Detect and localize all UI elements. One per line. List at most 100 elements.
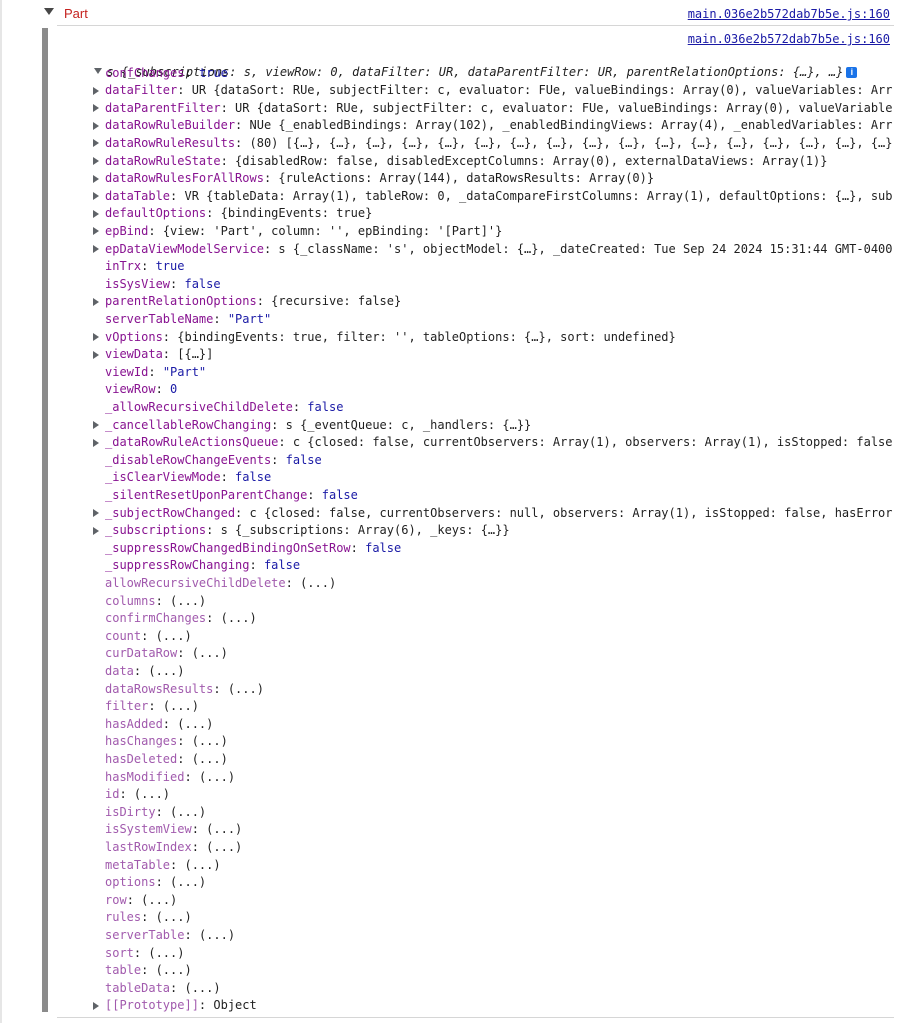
property-value: (80) [{…}, {…}, {…}, {…}, {…}, {…}, {…},… [249, 135, 893, 150]
expand-caret-icon[interactable] [93, 192, 99, 201]
property-row: filter: (...) [105, 699, 199, 714]
expand-caret-icon[interactable] [93, 227, 99, 236]
property-row[interactable]: dataRowRuleState: {disabledRow: false, d… [105, 153, 827, 170]
getter-invoke[interactable]: (...) [156, 963, 192, 977]
property-row[interactable]: dataParentFilter: UR {dataSort: RUe, sub… [105, 100, 893, 117]
getter-invoke[interactable]: (...) [148, 664, 184, 678]
property-key: _suppressRowChangedBindingOnSetRow [105, 540, 351, 555]
object-source-link[interactable]: main.036e2b572dab7b5e.js:160 [688, 32, 890, 46]
property-value: {recursive: false} [271, 294, 402, 309]
property-row: hasDeleted: (...) [105, 751, 228, 766]
getter-invoke[interactable]: (...) [206, 840, 242, 854]
property-key: hasModified [105, 769, 185, 784]
expand-caret-icon[interactable] [93, 509, 99, 517]
property-row[interactable]: epDataViewModelService: s {_className: '… [105, 241, 893, 258]
getter-invoke[interactable]: (...) [141, 893, 177, 907]
getter-invoke[interactable]: (...) [192, 734, 228, 748]
property-row[interactable]: _subscriptions: s {_subscriptions: Array… [105, 522, 510, 539]
property-value: s {_className: 's', objectModel: {…}, _d… [278, 241, 893, 256]
getter-invoke[interactable]: (...) [134, 787, 170, 801]
getter-invoke[interactable]: (...) [156, 910, 192, 924]
object-expand-caret-icon[interactable] [94, 68, 103, 74]
expand-caret-icon[interactable] [93, 350, 99, 359]
group-expand-caret-icon[interactable] [44, 8, 54, 15]
property-row[interactable]: dataRowRulesForAllRows: {ruleActions: Ar… [105, 170, 654, 187]
getter-invoke[interactable]: (...) [170, 594, 206, 608]
property-key: id [105, 787, 120, 802]
property-row: rules: (...) [105, 910, 192, 925]
getter-invoke[interactable]: (...) [228, 682, 264, 696]
expand-caret-icon[interactable] [93, 121, 99, 130]
expand-caret-icon[interactable] [93, 209, 99, 218]
getter-invoke[interactable]: (...) [170, 875, 206, 889]
getter-invoke[interactable]: (...) [170, 805, 206, 819]
expand-caret-icon[interactable] [93, 139, 99, 148]
getter-invoke[interactable]: (...) [206, 822, 242, 836]
property-row: _suppressRowChangedBindingOnSetRow: fals… [105, 540, 402, 555]
property-row[interactable]: epBind: {view: 'Part', column: '', epBin… [105, 223, 502, 240]
expand-caret-icon[interactable] [93, 245, 99, 253]
info-icon[interactable]: i [846, 67, 858, 78]
property-key: _subjectRowChanged [105, 505, 236, 520]
property-row[interactable]: viewData: [{…}] [105, 346, 213, 363]
getter-invoke[interactable]: (...) [156, 629, 192, 643]
group-indent-bar [42, 28, 48, 1012]
property-row[interactable]: _dataRowRuleActionsQueue: c {closed: fal… [105, 434, 893, 451]
property-row: confirmChanges: (...) [105, 611, 257, 626]
expand-caret-icon[interactable] [93, 174, 99, 183]
expand-caret-icon[interactable] [93, 1001, 99, 1010]
getter-invoke[interactable]: (...) [148, 946, 184, 960]
getter-invoke[interactable]: (...) [184, 858, 220, 872]
expand-caret-icon[interactable] [93, 104, 99, 113]
getter-invoke[interactable]: (...) [221, 611, 257, 625]
property-row[interactable]: dataFilter: UR {dataSort: RUe, subjectFi… [105, 82, 893, 99]
object-summary-row[interactable]: s {_subscriptions: s, viewRow: 0, dataFi… [80, 47, 858, 79]
property-row: viewId: "Part" [105, 364, 207, 379]
property-row[interactable]: parentRelationOptions: {recursive: false… [105, 293, 401, 310]
expand-caret-icon[interactable] [93, 297, 99, 306]
property-row: _disableRowChangeEvents: false [105, 452, 322, 467]
expand-caret-icon[interactable] [93, 157, 99, 165]
expand-caret-icon[interactable] [93, 333, 99, 341]
property-row[interactable]: dataTable: VR {tableData: Array(1), tabl… [105, 188, 893, 205]
property-key: dataParentFilter [105, 100, 221, 115]
property-key: dataRowRulesForAllRows [105, 171, 264, 186]
getter-invoke[interactable]: (...) [163, 699, 199, 713]
message-separator [57, 25, 894, 26]
property-row[interactable]: _cancellableRowChanging: s {_eventQueue:… [105, 417, 531, 434]
getter-invoke[interactable]: (...) [192, 752, 228, 766]
group-source-link[interactable]: main.036e2b572dab7b5e.js:160 [688, 7, 890, 21]
expand-caret-icon[interactable] [93, 438, 99, 447]
property-value: "Part" [162, 364, 207, 379]
property-key: confirmChanges [105, 611, 207, 626]
property-key: count [105, 628, 142, 643]
property-key: hasChanges [105, 734, 178, 749]
expand-caret-icon[interactable] [93, 526, 99, 535]
property-row[interactable]: dataRowRuleResults: (80) [{…}, {…}, {…},… [105, 135, 893, 152]
property-value: 0 [170, 382, 178, 397]
getter-invoke[interactable]: (...) [199, 770, 235, 784]
property-row[interactable]: defaultOptions: {bindingEvents: true} [105, 205, 372, 222]
expand-caret-icon[interactable] [93, 421, 99, 429]
property-key: viewData [105, 347, 163, 362]
property-row[interactable]: dataRowRuleBuilder: NUe {_enabledBinding… [105, 117, 893, 134]
property-row[interactable]: _subjectRowChanged: c {closed: false, cu… [105, 505, 893, 522]
property-row: tableData: (...) [105, 980, 221, 995]
console-group-header[interactable]: Part main.036e2b572dab7b5e.js:160 [0, 0, 913, 26]
getter-invoke[interactable]: (...) [184, 981, 220, 995]
property-row: data: (...) [105, 663, 185, 678]
property-row[interactable]: [[Prototype]]: Object [105, 997, 257, 1014]
property-key: hasDeleted [105, 751, 178, 766]
getter-invoke[interactable]: (...) [199, 928, 235, 942]
property-value: c {closed: false, currentObservers: Arra… [292, 435, 893, 450]
property-value: {view: 'Part', column: '', epBinding: '[… [162, 223, 503, 238]
expand-caret-icon[interactable] [93, 86, 99, 95]
property-row: curDataRow: (...) [105, 646, 228, 661]
property-row: isSystemView: (...) [105, 822, 243, 837]
getter-invoke[interactable]: (...) [177, 717, 213, 731]
property-value: {ruleActions: Array(144), dataRowsResult… [278, 171, 655, 186]
property-key: serverTable [105, 927, 185, 942]
getter-invoke[interactable]: (...) [300, 576, 336, 590]
getter-invoke[interactable]: (...) [192, 646, 228, 660]
property-row[interactable]: vOptions: {bindingEvents: true, filter: … [105, 329, 676, 346]
